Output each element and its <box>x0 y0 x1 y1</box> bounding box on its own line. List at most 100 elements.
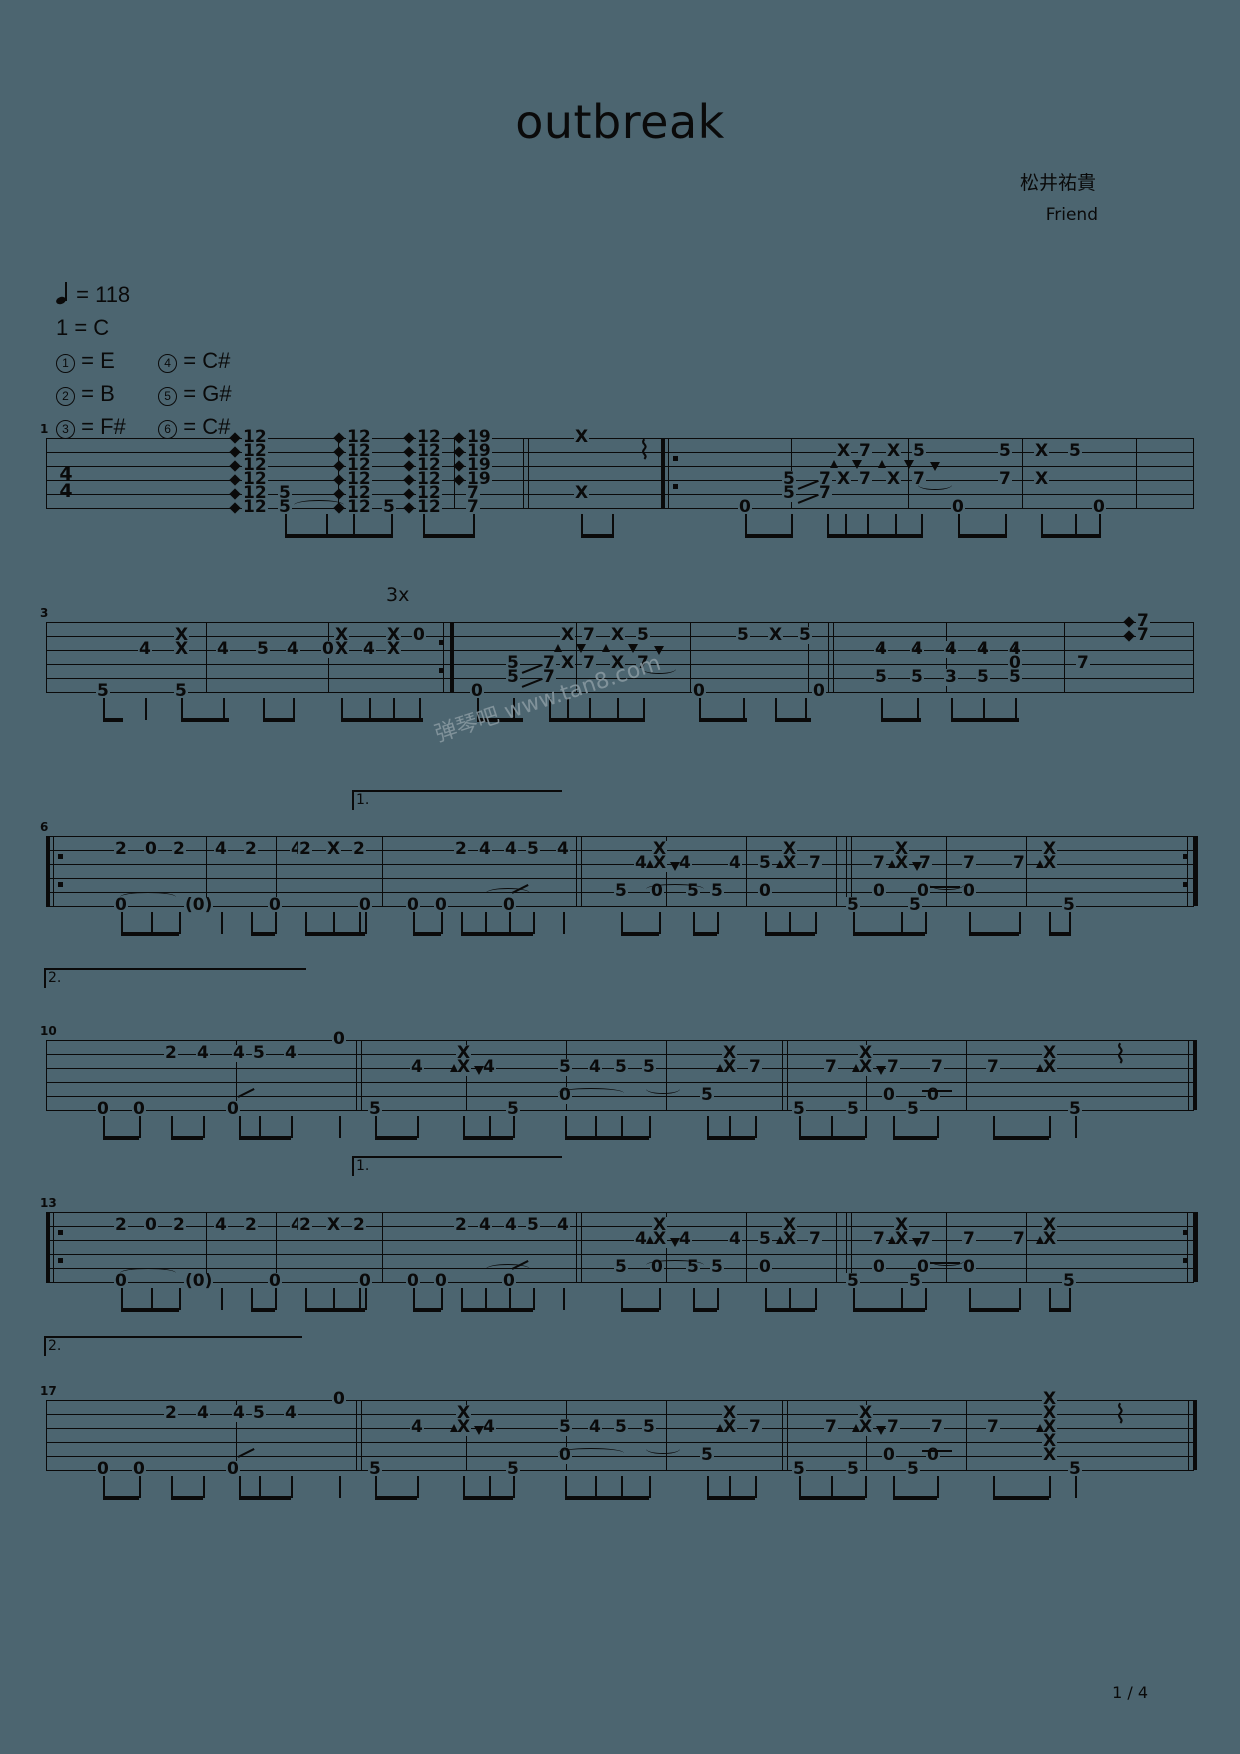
note-stem <box>203 1476 205 1498</box>
fret-number: 5 <box>636 625 650 645</box>
beam <box>1041 534 1101 538</box>
note-stem <box>549 698 551 720</box>
note-stem <box>291 1116 293 1138</box>
tuning-row-3: 3 = F# 6 = C# <box>56 412 232 441</box>
note-stem <box>831 1476 833 1498</box>
note-stem <box>729 1476 731 1498</box>
note-stem <box>145 698 147 720</box>
fret-number: 5 <box>906 1459 920 1479</box>
beam <box>305 1308 365 1312</box>
fret-number: 7 <box>886 1417 900 1437</box>
fret-number: 5 <box>908 895 922 915</box>
tuning-row-1: 1 = E 4 = C# <box>56 346 232 375</box>
fret-number: 5 <box>908 1271 922 1291</box>
staff-line <box>46 1054 1194 1056</box>
note-stem <box>969 1288 971 1310</box>
note-stem <box>103 1476 105 1498</box>
slur <box>646 884 704 894</box>
mute-note: X <box>886 441 902 461</box>
note-stem <box>707 1476 709 1498</box>
note-stem <box>393 698 395 720</box>
note-stem <box>239 1476 241 1498</box>
fret-number: 4 <box>504 1215 518 1235</box>
slur <box>646 1084 680 1094</box>
barline <box>666 1040 668 1110</box>
mute-note: X <box>456 1057 472 1077</box>
note-stem <box>423 514 425 536</box>
mute-note: X <box>768 625 784 645</box>
string-number-3-icon: 3 <box>56 420 75 439</box>
fret-number: 0 <box>962 881 976 901</box>
note-stem <box>745 514 747 536</box>
note-stem <box>461 912 463 934</box>
harmonic-diamond-icon <box>229 502 241 514</box>
fret-number: 12 <box>242 497 268 517</box>
mute-note: X <box>722 1417 738 1437</box>
string-number-5-icon: 5 <box>158 387 178 406</box>
note-stem <box>419 698 421 720</box>
barline <box>46 1400 48 1470</box>
volta-bracket-1: 1. <box>352 790 562 814</box>
barline <box>1193 622 1195 692</box>
note-stem <box>375 1116 377 1138</box>
note-stem <box>413 912 415 934</box>
beam <box>341 718 423 722</box>
harmonic-diamond-icon <box>403 474 415 486</box>
note-stem <box>339 1476 341 1498</box>
fret-number: 2 <box>164 1403 178 1423</box>
note-stem <box>659 1288 661 1310</box>
tab-system-5: 13 2 0 2 4 0 (0) 4 2 2 X 2 0 0 2 4 4 5 4 0 0 0 4 X X 4 4 5 X X 7 5 0 5 5 0… <box>40 1196 1198 1322</box>
fret-number: 7 <box>1076 653 1090 673</box>
note-stem <box>1049 1116 1051 1138</box>
fret-number: 7 <box>748 1417 762 1437</box>
note-stem <box>1049 1288 1051 1310</box>
fret-number: 5 <box>758 1229 772 1249</box>
strum-down-icon <box>852 460 862 469</box>
fret-number: 2 <box>352 1215 366 1235</box>
fret-number: 2 <box>172 839 186 859</box>
note-stem <box>263 698 265 720</box>
fret-number: 2 <box>244 839 258 859</box>
harmonic-diamond-icon <box>1123 630 1135 642</box>
fret-number: 5 <box>526 839 540 859</box>
beam <box>775 718 811 722</box>
note-stem <box>341 698 343 720</box>
fret-number: 4 <box>214 839 228 859</box>
repeat-dot <box>58 854 63 859</box>
tie-line <box>922 1450 952 1452</box>
fret-number: 5 <box>874 667 888 687</box>
tab-system-2: 3 3x 54XX45540XX4XX005577XX77XX5705X5045… <box>40 584 1195 732</box>
barline <box>782 1400 784 1470</box>
beam <box>969 932 1019 936</box>
slide-line <box>521 664 543 674</box>
note-stem <box>461 1288 463 1310</box>
beam <box>958 534 1007 538</box>
note-stem <box>789 912 791 934</box>
fret-number: 7 <box>1012 853 1026 873</box>
note-stem <box>139 1476 141 1498</box>
fret-number: 2 <box>298 839 312 859</box>
rest-symbol: ⌇ <box>1114 1400 1127 1430</box>
composer-name: 松井祐貴 <box>1019 172 1096 194</box>
beam <box>239 1136 291 1140</box>
staff-line <box>46 1254 1194 1256</box>
beam <box>413 932 441 936</box>
barline <box>1064 622 1066 692</box>
strum-down-icon <box>474 1426 484 1435</box>
harmonic-diamond-icon <box>403 460 415 472</box>
beam <box>765 1308 815 1312</box>
beam <box>251 1308 275 1312</box>
harmonic-diamond-icon <box>229 446 241 458</box>
note-stem <box>659 912 661 934</box>
beam <box>375 1136 417 1140</box>
fret-number: 7 <box>962 1229 976 1249</box>
note-stem <box>285 514 287 536</box>
repeat-barline <box>1194 836 1198 906</box>
fret-number: 4 <box>482 1417 496 1437</box>
beam <box>853 1308 925 1312</box>
repeat-barline <box>53 1212 55 1282</box>
note-stem <box>563 912 565 934</box>
note-stem <box>533 1288 535 1310</box>
beam <box>581 534 614 538</box>
tuning-row-2: 2 = B 5 = G# <box>56 379 232 408</box>
